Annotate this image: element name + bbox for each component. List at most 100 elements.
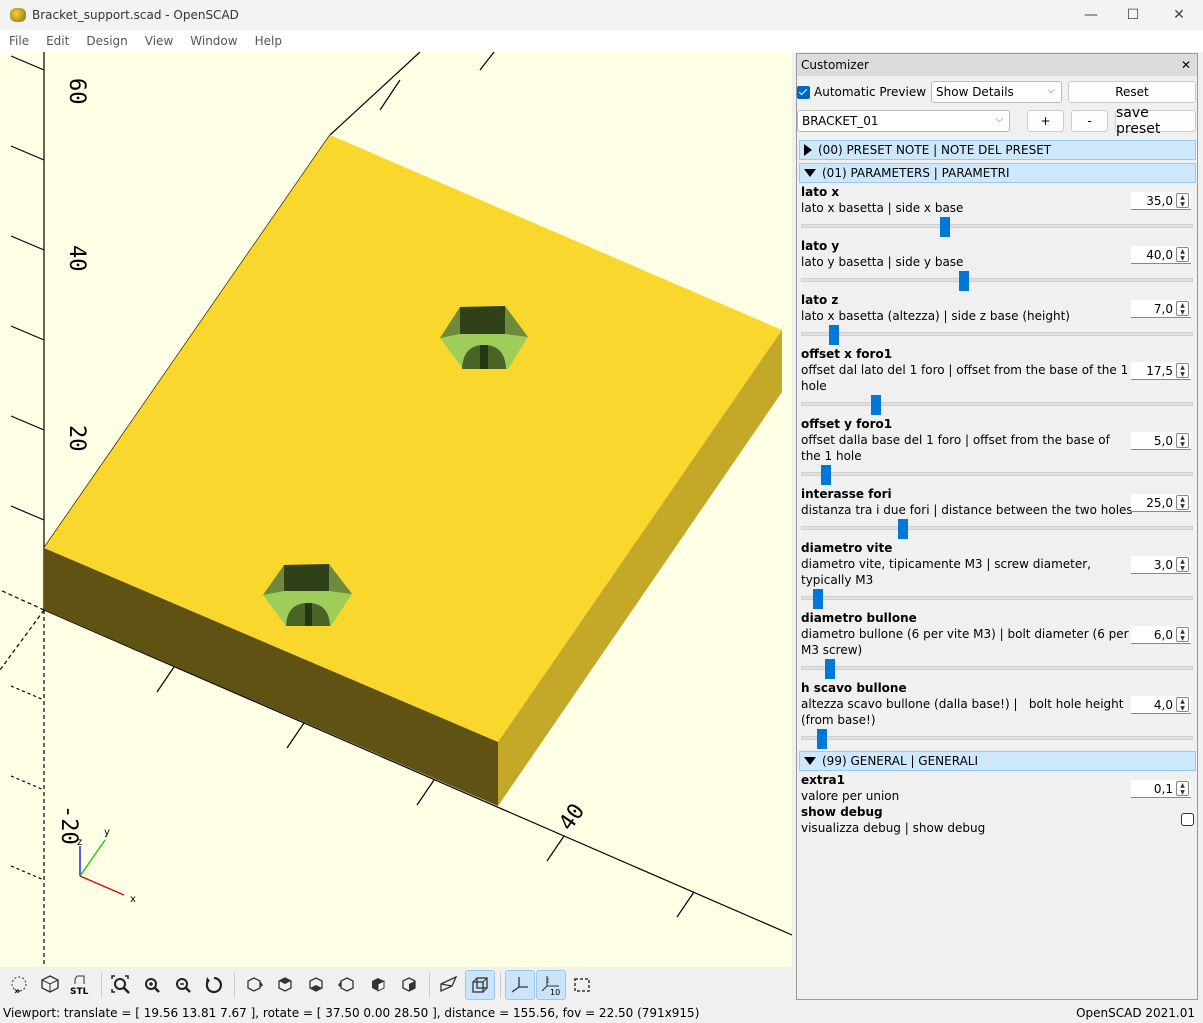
param-value-spinbox[interactable]: 6,0 ▲ ▼ <box>1131 626 1191 644</box>
section-preset-note[interactable]: (00) PRESET NOTE | NOTE DEL PRESET <box>799 140 1196 160</box>
slider-thumb[interactable] <box>897 519 908 539</box>
param-value: 35,0 <box>1146 193 1173 208</box>
spin-arrows-icon[interactable]: ▲ ▼ <box>1176 557 1189 572</box>
menu-help[interactable]: Help <box>246 34 290 48</box>
section-parameters[interactable]: (01) PARAMETERS | PARAMETRI <box>799 163 1196 183</box>
remove-preset-button[interactable]: - <box>1071 110 1108 132</box>
minimize-button[interactable]: — <box>1068 0 1114 30</box>
spin-arrows-icon[interactable]: ▲ ▼ <box>1176 433 1189 448</box>
customizer-close-button[interactable]: ✕ <box>1181 58 1191 72</box>
param-lato-y: lato y lato y basetta | side y base 40,0… <box>801 239 1197 291</box>
spin-arrows-icon[interactable]: ▲ ▼ <box>1176 781 1189 796</box>
view-front-icon <box>372 978 385 992</box>
view-back-button[interactable] <box>394 970 424 1000</box>
show-scale-markers-button[interactable]: 10 <box>536 970 566 1000</box>
param-slider[interactable] <box>801 729 1193 749</box>
param-slider[interactable] <box>801 325 1193 345</box>
param-value-spinbox[interactable]: 17,5 ▲ ▼ <box>1131 362 1191 380</box>
param-value-spinbox[interactable]: 25,0 ▲ ▼ <box>1131 494 1191 512</box>
spin-arrows-icon[interactable]: ▲ ▼ <box>1176 363 1189 378</box>
slider-thumb[interactable] <box>821 465 832 485</box>
edges-icon <box>574 978 590 992</box>
z-tick <box>10 415 45 431</box>
view-top-button[interactable] <box>270 970 300 1000</box>
render-button[interactable] <box>35 970 65 1000</box>
menu-view[interactable]: View <box>136 34 181 48</box>
reset-view-icon <box>205 976 222 994</box>
param-slider[interactable] <box>801 465 1193 485</box>
spin-arrows-icon[interactable]: ▲ ▼ <box>1176 697 1189 712</box>
view-left-button[interactable] <box>332 970 362 1000</box>
viewport-status: Viewport: translate = [ 19.56 13.81 7.67… <box>3 1006 700 1020</box>
preview-button[interactable]: » <box>4 970 34 1000</box>
show-debug-checkbox[interactable] <box>1181 813 1194 826</box>
orthogonal-button[interactable] <box>465 970 495 1000</box>
show-edges-button[interactable] <box>567 970 597 1000</box>
perspective-button[interactable] <box>434 970 464 1000</box>
zoom-in-button[interactable] <box>137 970 167 1000</box>
view-bottom-icon <box>309 977 323 992</box>
slider-thumb[interactable] <box>958 271 969 291</box>
customizer-title: Customizer <box>801 58 869 72</box>
section-general[interactable]: (99) GENERAL | GENERALI <box>799 751 1196 771</box>
reset-button[interactable]: Reset <box>1068 81 1196 103</box>
param-value-spinbox[interactable]: 35,0 ▲ ▼ <box>1131 192 1191 210</box>
menu-file[interactable]: File <box>0 34 37 48</box>
close-window-button[interactable]: ✕ <box>1156 0 1202 30</box>
view-toolbar: » STL 10 <box>0 967 795 1003</box>
slider-thumb[interactable] <box>817 729 828 749</box>
param-description: visualizza debug | show debug <box>801 821 986 835</box>
slider-thumb[interactable] <box>870 395 881 415</box>
param-slider[interactable] <box>801 519 1193 539</box>
section-label: (99) GENERAL | GENERALI <box>822 754 979 768</box>
view-all-button[interactable] <box>106 970 136 1000</box>
param-slider[interactable] <box>801 395 1193 415</box>
add-preset-button[interactable]: + <box>1027 110 1064 132</box>
viewport-canvas[interactable]: 60 40 20 -20 40 z y x <box>0 52 792 967</box>
zoom-out-button[interactable] <box>168 970 198 1000</box>
slider-thumb[interactable] <box>824 659 835 679</box>
svg-text:STL: STL <box>70 987 89 996</box>
param-description: diametro bullone (6 per vite M3) | bolt … <box>801 627 1129 657</box>
menu-design[interactable]: Design <box>77 34 135 48</box>
slider-thumb[interactable] <box>828 325 839 345</box>
param-slider[interactable] <box>801 589 1193 609</box>
spin-arrows-icon[interactable]: ▲ ▼ <box>1176 193 1189 208</box>
spin-arrows-icon[interactable]: ▲ ▼ <box>1176 627 1189 642</box>
export-stl-button[interactable]: STL <box>66 970 96 1000</box>
svg-text:»: » <box>14 986 20 996</box>
view-left-icon <box>338 977 354 992</box>
reset-view-button[interactable] <box>199 970 229 1000</box>
param-value-spinbox[interactable]: 3,0 ▲ ▼ <box>1131 556 1191 574</box>
show-axes-button[interactable] <box>505 970 535 1000</box>
param-slider[interactable] <box>801 217 1193 237</box>
param-slider[interactable] <box>801 271 1193 291</box>
param-slider[interactable] <box>801 659 1193 679</box>
view-bottom-button[interactable] <box>301 970 331 1000</box>
menu-edit[interactable]: Edit <box>37 34 77 48</box>
param-value-spinbox[interactable]: 0,1 ▲ ▼ <box>1131 780 1191 798</box>
slider-thumb[interactable] <box>939 217 950 237</box>
spin-arrows-icon[interactable]: ▲ ▼ <box>1176 301 1189 316</box>
y-axis-line-far <box>329 52 421 136</box>
toolbar-separator <box>500 972 501 998</box>
gizmo-y-axis <box>79 839 106 877</box>
view-front-button[interactable] <box>363 970 393 1000</box>
param-value-spinbox[interactable]: 5,0 ▲ ▼ <box>1131 432 1191 450</box>
param-value: 40,0 <box>1146 247 1173 262</box>
param-value-spinbox[interactable]: 7,0 ▲ ▼ <box>1131 300 1191 318</box>
axis-gizmo <box>79 839 125 896</box>
preset-dropdown[interactable]: BRACKET_01 ⌵ <box>797 110 1010 132</box>
view-right-button[interactable] <box>239 970 269 1000</box>
spin-arrows-icon[interactable]: ▲ ▼ <box>1176 247 1189 262</box>
spin-arrows-icon[interactable]: ▲ ▼ <box>1176 495 1189 510</box>
param-value-spinbox[interactable]: 4,0 ▲ ▼ <box>1131 696 1191 714</box>
automatic-preview-checkbox[interactable] <box>797 86 810 99</box>
slider-thumb[interactable] <box>813 589 824 609</box>
menu-window[interactable]: Window <box>181 34 245 48</box>
details-dropdown[interactable]: Show Details ⌵ <box>931 81 1062 103</box>
maximize-button[interactable]: ☐ <box>1110 0 1156 30</box>
3d-viewport[interactable]: 60 40 20 -20 40 z y x <box>0 52 792 967</box>
param-value-spinbox[interactable]: 40,0 ▲ ▼ <box>1131 246 1191 264</box>
save-preset-button[interactable]: save preset <box>1115 105 1196 137</box>
